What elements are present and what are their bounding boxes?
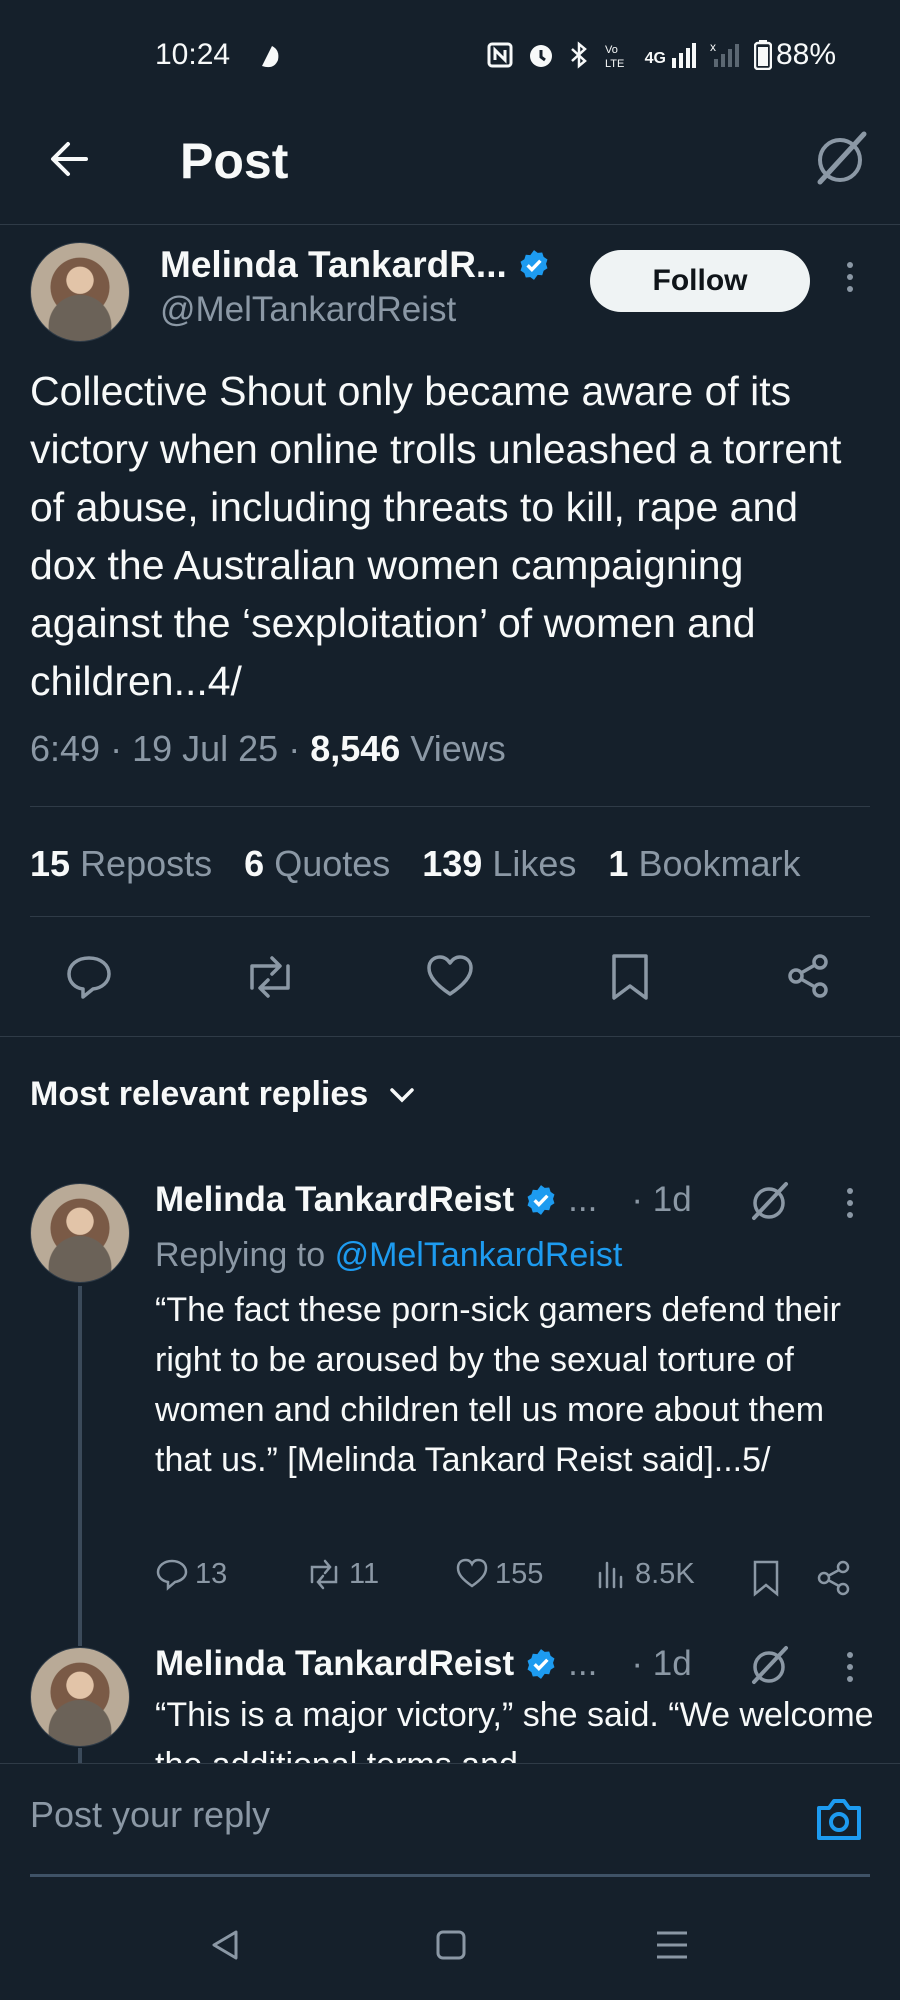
volte-icon: Vo LTE <box>605 44 624 69</box>
reply-text: “This is a major victory,” she said. “We… <box>155 1696 874 1763</box>
reply-handle-truncated: ... <box>568 1644 598 1683</box>
repost-icon[interactable] <box>242 952 298 1002</box>
like-icon <box>456 1558 488 1588</box>
verified-badge-icon <box>527 1185 555 1215</box>
post-date: 19 Jul 25 <box>132 728 279 769</box>
verified-badge-icon <box>527 1649 555 1679</box>
likes-stat[interactable]: 139 Likes <box>422 843 576 885</box>
views-icon <box>598 1561 623 1589</box>
svg-text:x: x <box>710 41 716 54</box>
top-app-bar: Post <box>0 110 900 225</box>
page-title: Post <box>180 133 289 189</box>
author-name[interactable]: Melinda TankardR... <box>160 244 507 286</box>
reply-header[interactable]: Melinda TankardReist ... · 1d <box>155 1180 692 1220</box>
post-author[interactable]: Melinda TankardR... <box>160 244 551 286</box>
nav-menu-icon[interactable] <box>654 1928 690 1962</box>
views-label: Views <box>410 728 506 769</box>
reply-composer: Post your reply <box>0 1763 900 1881</box>
section-divider <box>0 1036 900 1037</box>
status-bar: 10:24 Vo LTE 4G x 88% <box>0 0 900 110</box>
reply-replies[interactable]: 13 <box>155 1557 227 1591</box>
reposts-stat[interactable]: 15 Reposts <box>30 843 212 885</box>
reply-author-name[interactable]: Melinda TankardReist <box>155 1644 514 1684</box>
svg-text:LTE: LTE <box>605 58 624 69</box>
post-time: 6:49 <box>30 728 101 769</box>
replies-section-title: Most relevant replies <box>30 1075 369 1113</box>
alarm-icon <box>529 45 552 67</box>
more-options-icon[interactable] <box>844 262 856 292</box>
grok-icon[interactable] <box>748 1644 790 1686</box>
reply-likes[interactable]: 155 <box>455 1557 543 1591</box>
follow-button[interactable]: Follow <box>590 250 810 312</box>
grok-icon[interactable] <box>810 128 870 188</box>
author-avatar[interactable] <box>30 242 130 342</box>
system-nav-bar <box>0 1890 900 2000</box>
replies-sort-selector[interactable]: Most relevant replies <box>30 1075 416 1114</box>
thread-connector <box>78 1286 82 1646</box>
bluetooth-icon <box>570 41 587 69</box>
views-count: 8,546 <box>310 728 401 769</box>
reply-more-options-icon[interactable] <box>844 1652 856 1682</box>
back-arrow-icon[interactable] <box>46 136 92 182</box>
reply-icon[interactable] <box>64 952 114 1002</box>
reply-views[interactable]: 8.5K <box>595 1557 695 1591</box>
author-handle[interactable]: @MelTankardReist <box>160 290 456 330</box>
engagement-stats: 15 Reposts 6 Quotes 139 Likes 1 Bookmark <box>30 843 801 885</box>
signal-empty-icon: x <box>710 41 739 67</box>
battery-percent: 88% <box>775 38 836 71</box>
chevron-down-icon <box>390 1087 414 1102</box>
divider <box>30 806 870 807</box>
reply-text: “The fact these porn-sick gamers defend … <box>155 1291 841 1479</box>
reply-input[interactable]: Post your reply <box>30 1794 270 1836</box>
app-notification-icon <box>262 46 279 68</box>
signal-4g-icon: 4G <box>645 42 696 68</box>
post-meta: 6:49 · 19 Jul 25 · 8,546 Views <box>30 728 506 769</box>
reply-icon <box>156 1559 188 1591</box>
reply-actions: 13 11 155 8.5K <box>155 1557 875 1601</box>
reply-age: · 1d <box>631 1180 692 1219</box>
battery-icon <box>753 40 772 70</box>
post-text: Collective Shout only became aware of it… <box>30 368 842 704</box>
divider <box>30 916 870 917</box>
like-icon[interactable] <box>425 952 475 1002</box>
battery-indicator: 88% <box>753 38 836 72</box>
grok-icon[interactable] <box>748 1180 790 1222</box>
reply-avatar[interactable] <box>30 1647 130 1747</box>
reply-age: · 1d <box>631 1644 692 1683</box>
reply-header[interactable]: Melinda TankardReist ... · 1d <box>155 1644 692 1684</box>
share-icon[interactable] <box>815 1559 853 1597</box>
replying-to-link[interactable]: @MelTankardReist <box>335 1236 623 1274</box>
repost-icon <box>310 1559 338 1590</box>
bookmark-icon[interactable] <box>608 952 652 1002</box>
svg-text:Vo: Vo <box>605 44 618 56</box>
nav-back-icon[interactable] <box>208 1928 242 1962</box>
nav-home-icon[interactable] <box>434 1928 468 1962</box>
quotes-stat[interactable]: 6 Quotes <box>244 843 390 885</box>
bookmarks-stat[interactable]: 1 Bookmark <box>608 843 800 885</box>
replying-to: Replying to @MelTankardReist <box>155 1236 623 1274</box>
reply-avatar[interactable] <box>30 1183 130 1283</box>
reply-handle-truncated: ... <box>568 1180 598 1219</box>
nfc-icon <box>487 42 513 68</box>
status-time: 10:24 <box>155 38 231 71</box>
bookmark-icon[interactable] <box>750 1559 782 1597</box>
camera-icon[interactable] <box>814 1796 864 1842</box>
verified-badge-icon <box>520 250 548 280</box>
input-underline <box>30 1874 870 1877</box>
status-icons: Vo LTE 4G x 88% <box>487 38 836 72</box>
reply-more-options-icon[interactable] <box>844 1188 856 1218</box>
share-icon[interactable] <box>784 952 834 1002</box>
reply-author-name[interactable]: Melinda TankardReist <box>155 1180 514 1220</box>
reply-reposts[interactable]: 11 <box>305 1557 379 1591</box>
